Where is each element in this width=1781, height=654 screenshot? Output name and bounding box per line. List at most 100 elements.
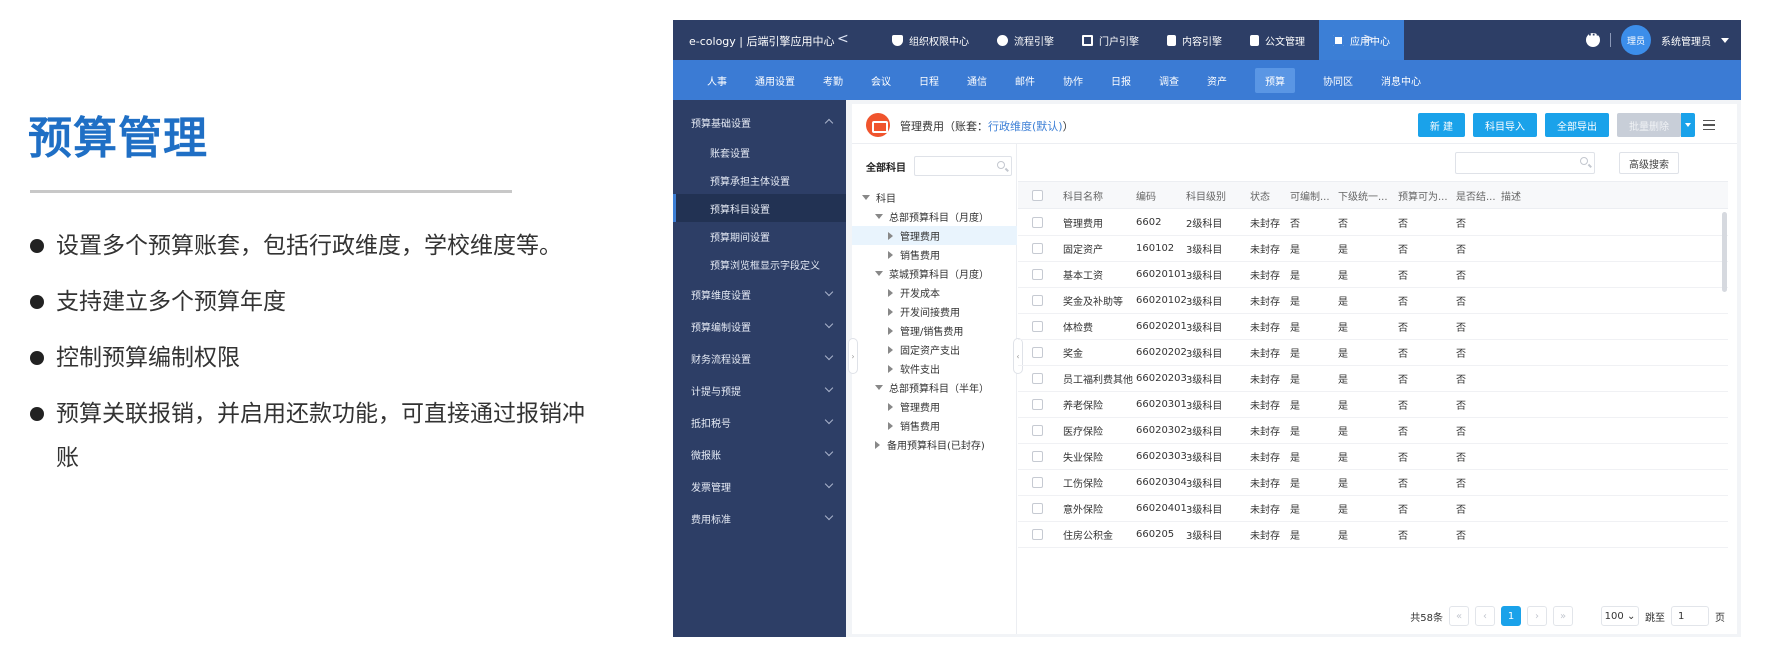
module-tab[interactable]: 公文管理 xyxy=(1236,20,1319,60)
caret-right-icon[interactable] xyxy=(888,402,893,411)
avatar[interactable]: 理员 xyxy=(1621,25,1651,55)
search-icon[interactable] xyxy=(1580,157,1588,165)
import-subjects-button[interactable]: 科目导入 xyxy=(1473,113,1537,137)
caret-right-icon[interactable] xyxy=(875,440,880,449)
column-header[interactable]: 科目级别 xyxy=(1186,182,1226,208)
row-checkbox[interactable] xyxy=(1032,503,1043,514)
select-all-checkbox[interactable] xyxy=(1032,189,1043,201)
tree-node[interactable]: 管理费用 xyxy=(852,397,1017,416)
column-header[interactable]: 状态 xyxy=(1250,182,1270,208)
sidebar-item[interactable]: 预算期间设置 xyxy=(673,222,846,250)
caret-down-icon[interactable] xyxy=(875,271,883,276)
caret-right-icon[interactable] xyxy=(888,364,893,373)
advanced-search-button[interactable]: 高级搜索 xyxy=(1619,152,1679,174)
list-menu-icon[interactable] xyxy=(1703,113,1719,137)
row-checkbox[interactable] xyxy=(1032,217,1043,228)
subnav-item[interactable]: 协同区 xyxy=(1309,60,1367,100)
table-row[interactable]: 住房公积金 660205 3级科目 未封存是是否否 xyxy=(1018,522,1728,548)
row-checkbox[interactable] xyxy=(1032,269,1043,280)
row-checkbox[interactable] xyxy=(1032,347,1043,358)
subnav-item[interactable]: 调查 xyxy=(1145,60,1193,100)
sidebar-item[interactable]: 预算科目设置 xyxy=(673,194,846,222)
table-row[interactable]: 养老保险 66020301 3级科目 未封存是是否否 xyxy=(1018,392,1728,418)
chat-icon[interactable] xyxy=(1586,30,1600,47)
tree-node[interactable]: 菜城预算科目（月度） xyxy=(852,264,1017,283)
new-button[interactable]: 新 建 xyxy=(1417,113,1465,137)
column-header[interactable]: 下级统一... xyxy=(1338,182,1388,208)
module-tab[interactable]: 应用中心 xyxy=(1319,20,1404,60)
current-page[interactable]: 1 xyxy=(1501,606,1521,626)
subnav-item[interactable]: 人事 xyxy=(693,60,741,100)
caret-down-icon[interactable] xyxy=(862,195,870,200)
module-tab[interactable]: 组织权限中心 xyxy=(878,20,983,60)
sidebar-item[interactable]: 财务流程设置 xyxy=(673,342,846,374)
sidebar-item[interactable]: 计提与预提 xyxy=(673,374,846,406)
sidebar-collapse-handle[interactable]: › xyxy=(848,338,858,374)
tree-node[interactable]: 科目 xyxy=(852,188,1017,207)
tree-node[interactable]: 总部预算科目（月度） xyxy=(852,207,1017,226)
module-prev-arrow[interactable]: < xyxy=(837,31,849,47)
tree-node[interactable]: 总部预算科目（半年） xyxy=(852,378,1017,397)
column-header[interactable]: 描述 xyxy=(1501,182,1521,208)
subnav-item[interactable]: 邮件 xyxy=(1001,60,1049,100)
sidebar-item[interactable]: 账套设置 xyxy=(673,138,846,166)
subnav-item[interactable]: 资产 xyxy=(1193,60,1241,100)
tree-search-input[interactable] xyxy=(914,156,1012,176)
table-row[interactable]: 奖金 66020202 3级科目 未封存是是否否 xyxy=(1018,340,1728,366)
row-checkbox[interactable] xyxy=(1032,373,1043,384)
jump-page-input[interactable]: 1 xyxy=(1671,606,1709,626)
table-row[interactable]: 奖金及补助等 66020102 3级科目 未封存是是否否 xyxy=(1018,288,1728,314)
table-row[interactable]: 固定资产 160102 3级科目 未封存是是否否 xyxy=(1018,236,1728,262)
caret-right-icon[interactable] xyxy=(888,326,893,335)
sidebar-item[interactable]: 预算浏览框显示字段定义 xyxy=(673,250,846,278)
caret-right-icon[interactable] xyxy=(888,231,893,240)
subnav-item[interactable]: 预算 xyxy=(1241,60,1309,100)
tree-node[interactable]: 销售费用 xyxy=(852,416,1017,435)
tree-node[interactable]: 开发成本 xyxy=(852,283,1017,302)
vertical-scrollbar[interactable] xyxy=(1722,212,1727,292)
module-tab[interactable]: 门户引擎 xyxy=(1068,20,1153,60)
row-checkbox[interactable] xyxy=(1032,243,1043,254)
next-page-button[interactable]: › xyxy=(1527,606,1547,626)
row-checkbox[interactable] xyxy=(1032,529,1043,540)
tree-node[interactable]: 管理/销售费用 xyxy=(852,321,1017,340)
caret-down-icon[interactable] xyxy=(875,214,883,219)
sidebar-item[interactable]: 微报账 xyxy=(673,438,846,470)
caret-right-icon[interactable] xyxy=(888,250,893,259)
table-row[interactable]: 基本工资 66020101 3级科目 未封存是是否否 xyxy=(1018,262,1728,288)
module-tab[interactable]: 内容引擎 xyxy=(1153,20,1236,60)
account-set-link[interactable]: 行政维度(默认) xyxy=(988,120,1063,133)
sidebar-item[interactable]: 预算编制设置 xyxy=(673,310,846,342)
username[interactable]: 系统管理员 xyxy=(1661,33,1711,48)
table-row[interactable]: 员工福利费其他 66020203 3级科目 未封存是是否否 xyxy=(1018,366,1728,392)
row-checkbox[interactable] xyxy=(1032,295,1043,306)
module-next-arrow[interactable]: > xyxy=(1363,31,1375,47)
last-page-button[interactable]: » xyxy=(1553,606,1573,626)
caret-right-icon[interactable] xyxy=(888,288,893,297)
search-icon[interactable] xyxy=(997,161,1005,169)
table-row[interactable]: 工伤保险 66020304 3级科目 未封存是是否否 xyxy=(1018,470,1728,496)
caret-right-icon[interactable] xyxy=(888,345,893,354)
sidebar-item[interactable]: 费用标准 xyxy=(673,502,846,534)
row-checkbox[interactable] xyxy=(1032,399,1043,410)
tree-node[interactable]: 开发间接费用 xyxy=(852,302,1017,321)
caret-down-icon[interactable] xyxy=(875,385,883,390)
subnav-item[interactable]: 日报 xyxy=(1097,60,1145,100)
column-header[interactable]: 可编制... xyxy=(1290,182,1330,208)
table-row[interactable]: 体检费 66020201 3级科目 未封存是是否否 xyxy=(1018,314,1728,340)
user-menu-caret-icon[interactable] xyxy=(1721,37,1729,43)
tree-node[interactable]: 软件支出 xyxy=(852,359,1017,378)
sidebar-item[interactable]: 预算维度设置 xyxy=(673,278,846,310)
tree-node[interactable]: 管理费用 xyxy=(852,226,1017,245)
column-header[interactable]: 编码 xyxy=(1136,182,1156,208)
table-row[interactable]: 管理费用 6602 2级科目 未封存否否否否 xyxy=(1018,210,1728,236)
row-checkbox[interactable] xyxy=(1032,451,1043,462)
column-header[interactable]: 预算可为... xyxy=(1398,182,1448,208)
module-tab[interactable]: 流程引擎 xyxy=(983,20,1068,60)
table-row[interactable]: 医疗保险 66020302 3级科目 未封存是是否否 xyxy=(1018,418,1728,444)
row-checkbox[interactable] xyxy=(1032,477,1043,488)
sidebar-item[interactable]: 预算承担主体设置 xyxy=(673,166,846,194)
sidebar-item[interactable]: 发票管理 xyxy=(673,470,846,502)
sidebar-item[interactable]: 预算基础设置 xyxy=(673,106,846,138)
sidebar-item[interactable]: 抵扣税号 xyxy=(673,406,846,438)
